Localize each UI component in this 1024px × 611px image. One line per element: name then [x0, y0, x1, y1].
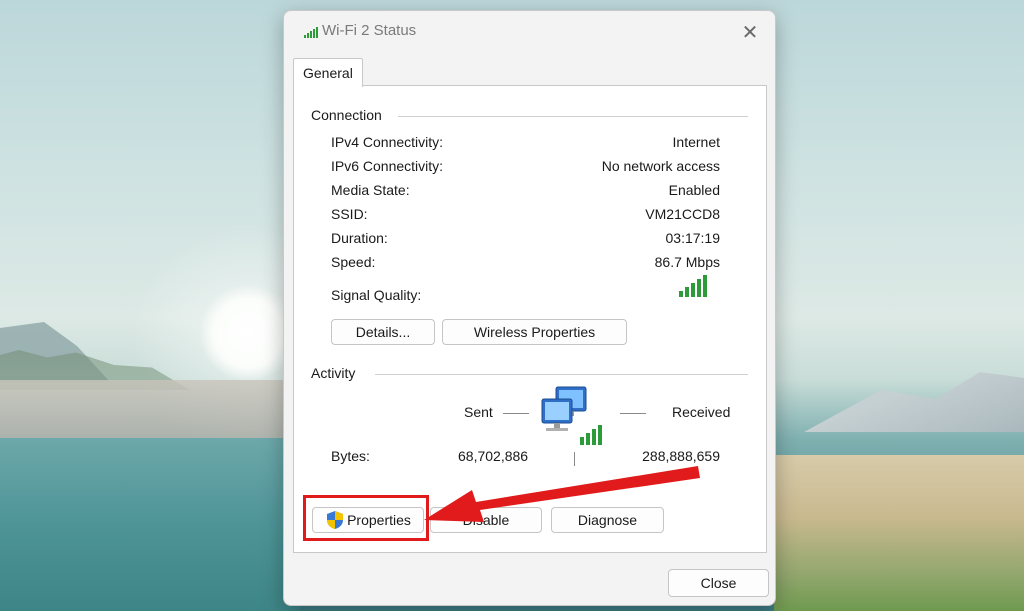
details-button[interactable]: Details...: [331, 319, 435, 345]
close-button-label: Close: [700, 575, 737, 591]
details-button-label: Details...: [355, 324, 411, 340]
bytes-label: Bytes:: [331, 448, 370, 464]
speed-value: 86.7 Mbps: [654, 254, 720, 270]
bytes-received-value: 288,888,659: [642, 448, 720, 464]
network-computers-icon: [541, 386, 602, 445]
signal-bar: [679, 291, 683, 297]
ipv4-value: Internet: [672, 134, 720, 150]
ssid-label: SSID:: [331, 206, 368, 222]
general-tab-panel: Connection IPv4 Connectivity: Internet I…: [293, 85, 767, 553]
shoreline: [0, 380, 300, 440]
signal-bar: [691, 283, 695, 297]
wireless-properties-label: Wireless Properties: [473, 324, 596, 340]
received-connector-line: [620, 413, 646, 414]
speed-label: Speed:: [331, 254, 376, 270]
close-icon: ✕: [741, 21, 759, 44]
wifi-status-dialog: Wi-Fi 2 Status ✕ General Connection IPv4…: [283, 10, 776, 606]
ipv4-label: IPv4 Connectivity:: [331, 134, 444, 150]
sent-connector-line: [503, 413, 529, 414]
grass-field: [774, 455, 1024, 611]
window-title: Wi-Fi 2 Status: [322, 22, 417, 39]
diagnose-button[interactable]: Diagnose: [551, 507, 664, 533]
signal-bar: [685, 287, 689, 297]
title-bar[interactable]: Wi-Fi 2 Status ✕: [284, 11, 775, 51]
disable-button[interactable]: Disable: [430, 507, 542, 533]
close-window-button[interactable]: ✕: [735, 17, 765, 47]
properties-button[interactable]: Properties: [312, 507, 424, 533]
duration-value: 03:17:19: [665, 230, 721, 246]
connection-divider: [398, 116, 748, 117]
disable-button-label: Disable: [462, 512, 510, 528]
ssid-value: VM21CCD8: [645, 206, 720, 222]
activity-divider-tick: [574, 452, 575, 466]
close-button[interactable]: Close: [668, 569, 769, 597]
ipv6-label: IPv6 Connectivity:: [331, 158, 444, 174]
diagnose-button-label: Diagnose: [577, 512, 638, 528]
lake-water: [0, 438, 300, 611]
properties-button-label: Properties: [347, 512, 411, 528]
activity-heading: Activity: [311, 365, 356, 381]
activity-divider: [375, 374, 748, 375]
signal-bar: [703, 275, 707, 297]
signal-quality-bars-icon: [679, 275, 707, 297]
signal-quality-label: Signal Quality:: [331, 287, 422, 303]
media-state-label: Media State:: [331, 182, 410, 198]
bytes-sent-value: 68,702,886: [458, 448, 529, 464]
received-label: Received: [672, 404, 731, 420]
media-state-value: Enabled: [668, 182, 720, 198]
wifi-signal-icon: [304, 27, 318, 38]
connection-heading: Connection: [311, 107, 382, 123]
duration-label: Duration:: [331, 230, 388, 246]
sun: [200, 285, 296, 381]
tab-general[interactable]: General: [293, 58, 363, 87]
sent-label: Sent: [464, 404, 493, 420]
uac-shield-icon: [327, 511, 344, 529]
signal-bar: [697, 279, 701, 297]
ipv6-value: No network access: [601, 158, 720, 174]
wireless-properties-button[interactable]: Wireless Properties: [442, 319, 627, 345]
